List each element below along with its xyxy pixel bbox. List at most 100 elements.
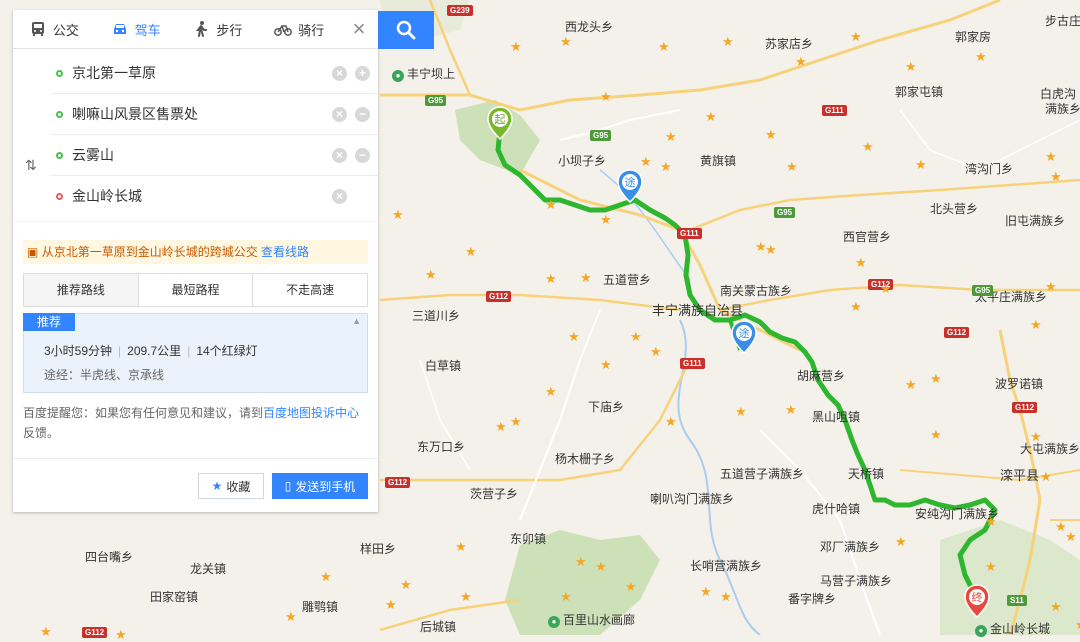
waypoint-start-input[interactable]: 京北第一草原 bbox=[72, 63, 332, 83]
road-shield-label: G111 bbox=[822, 105, 847, 116]
town-label: 龙关镇 bbox=[190, 562, 227, 576]
tab-no-highway[interactable]: 不走高速 bbox=[253, 274, 367, 306]
mode-car-tab[interactable]: 驾车 bbox=[95, 10, 177, 48]
waypoint-via-1[interactable]: 喇嘛山风景区售票处 × − bbox=[51, 94, 378, 135]
scenic-star-icon: ★ bbox=[765, 242, 777, 257]
clear-icon[interactable]: × bbox=[332, 65, 347, 81]
town-label: 五道营子满族乡 bbox=[720, 467, 805, 481]
waypoint-start[interactable]: 京北第一草原 × + bbox=[51, 53, 378, 94]
scenic-star-icon: ★ bbox=[600, 89, 612, 104]
town-label: 田家窑镇 bbox=[150, 590, 199, 604]
scenic-star-icon: ★ bbox=[930, 427, 942, 442]
scenic-star-icon: ★ bbox=[545, 384, 557, 399]
town-label: 小坝子乡 bbox=[558, 154, 607, 168]
road-shield-label: G112 bbox=[1012, 402, 1038, 413]
clear-icon[interactable]: × bbox=[332, 106, 347, 122]
town-label: 喇叭沟门满族乡 bbox=[650, 492, 735, 506]
clear-icon[interactable]: × bbox=[332, 147, 347, 163]
town-label: 五道营乡 bbox=[603, 273, 652, 287]
bus-notice-icon: ▣ bbox=[27, 245, 39, 259]
tab-shortest[interactable]: 最短路程 bbox=[139, 274, 254, 306]
send-to-phone-button[interactable]: ▯ 发送到手机 bbox=[272, 473, 368, 499]
divider bbox=[13, 458, 378, 459]
end-marker-icon[interactable]: 终 bbox=[964, 584, 990, 618]
town-label: 旧屯满族乡 bbox=[1005, 214, 1066, 228]
county-label: 丰宁满族自治县 bbox=[652, 303, 744, 318]
mode-bus-tab[interactable]: 公交 bbox=[13, 10, 95, 48]
scenic-spot-icon: ● bbox=[392, 70, 404, 82]
town-label: 东卯镇 bbox=[510, 532, 547, 546]
end-dot-icon bbox=[56, 192, 63, 200]
town-label: 黄旗镇 bbox=[700, 154, 737, 168]
town-label: 长哨营满族乡 bbox=[690, 559, 763, 573]
start-dot-icon bbox=[56, 69, 63, 77]
remove-waypoint-icon[interactable]: − bbox=[355, 147, 370, 163]
scenic-star-icon: ★ bbox=[985, 559, 997, 574]
tip-suffix: 反馈。 bbox=[23, 426, 60, 440]
scenic-star-icon: ★ bbox=[640, 154, 652, 169]
town-label: 郭家屯镇 bbox=[895, 85, 944, 99]
route-plan-card[interactable]: 推荐 ▲ 3小时59分钟 | 209.7公里 | 14个红绿灯 途经：半虎线、京承线 bbox=[23, 313, 368, 393]
scenic-star-icon: ★ bbox=[705, 109, 717, 124]
mode-bike-tab[interactable]: 骑行 bbox=[258, 10, 340, 48]
bike-icon bbox=[274, 25, 293, 36]
town-label: 步古庄 bbox=[1045, 14, 1080, 28]
scenic-star-icon: ★ bbox=[658, 39, 670, 54]
scenic-star-icon: ★ bbox=[930, 371, 942, 386]
waypoint-via-2-input[interactable]: 云雾山 bbox=[72, 145, 332, 165]
scenic-star-icon: ★ bbox=[1075, 618, 1080, 631]
scenic-star-icon: ★ bbox=[660, 159, 672, 174]
poi-label[interactable]: ● 丰宁坝上 bbox=[392, 65, 455, 82]
poi-label[interactable]: ● 百里山水画廊 bbox=[548, 611, 635, 628]
scenic-star-icon: ★ bbox=[880, 281, 892, 296]
scenic-star-icon: ★ bbox=[510, 414, 522, 429]
start-marker-icon[interactable]: 起 bbox=[487, 106, 513, 140]
clear-icon[interactable]: × bbox=[332, 188, 347, 204]
via-dot-icon bbox=[56, 110, 63, 118]
tab-recommended[interactable]: 推荐路线 bbox=[24, 274, 139, 306]
scenic-star-icon: ★ bbox=[320, 569, 332, 584]
town-label: 茨营子乡 bbox=[470, 487, 519, 501]
road-shield-label: G112 bbox=[944, 327, 970, 338]
waypoint-list: ⇅ 京北第一草原 × + 喇嘛山风景区售票处 × − 云雾山 × − 金山岭长城… bbox=[13, 49, 378, 222]
scenic-star-icon: ★ bbox=[700, 584, 712, 599]
mode-walk-tab[interactable]: 步行 bbox=[177, 10, 259, 48]
add-waypoint-icon[interactable]: + bbox=[355, 65, 370, 81]
scenic-star-icon: ★ bbox=[722, 34, 734, 49]
town-label: 西官营乡 bbox=[843, 230, 892, 244]
route-input-panel: 公交 驾车 步行 骑行 × ⇅ 京北第一草原 × + 喇嘛山风景区售票处 × − bbox=[13, 10, 378, 222]
waypoint-via-2[interactable]: 云雾山 × − bbox=[51, 135, 378, 176]
complaint-center-link[interactable]: 百度地图投诉中心 bbox=[263, 406, 359, 420]
poi-label[interactable]: ● 金山岭长城 bbox=[975, 620, 1050, 637]
notice-text: 从京北第一草原到金山岭长城的跨城公交 bbox=[41, 245, 258, 259]
via-marker-1-icon[interactable]: 途 bbox=[617, 169, 643, 203]
waypoint-via-1-input[interactable]: 喇嘛山风景区售票处 bbox=[72, 104, 332, 124]
transport-mode-bar: 公交 驾车 步行 骑行 × bbox=[13, 10, 378, 49]
town-label: 苏家店乡 bbox=[765, 37, 814, 51]
collapse-icon[interactable]: ▲ bbox=[352, 316, 361, 326]
road-shield-label: G111 bbox=[680, 358, 705, 369]
scenic-star-icon: ★ bbox=[40, 624, 52, 639]
route-option-tabs: 推荐路线 最短路程 不走高速 bbox=[23, 273, 368, 307]
search-button[interactable] bbox=[378, 11, 434, 49]
save-button[interactable]: ★ 收藏 bbox=[198, 473, 264, 499]
county-label: 滦平县 bbox=[1000, 468, 1040, 483]
close-icon[interactable]: × bbox=[340, 16, 378, 42]
scenic-star-icon: ★ bbox=[975, 49, 987, 64]
scenic-star-icon: ★ bbox=[455, 539, 467, 554]
car-icon bbox=[113, 24, 126, 34]
waypoint-end[interactable]: 金山岭长城 × bbox=[51, 176, 378, 216]
scenic-star-icon: ★ bbox=[850, 29, 862, 44]
swap-icon[interactable]: ⇅ bbox=[25, 157, 37, 174]
town-label: 黑山咀镇 bbox=[812, 410, 861, 424]
waypoint-end-input[interactable]: 金山岭长城 bbox=[72, 186, 332, 206]
view-line-link[interactable]: 查看线路 bbox=[261, 245, 309, 259]
scenic-star-icon: ★ bbox=[1045, 279, 1057, 294]
town-label: 番字牌乡 bbox=[788, 592, 837, 606]
remove-waypoint-icon[interactable]: − bbox=[355, 106, 370, 122]
scenic-star-icon: ★ bbox=[400, 577, 412, 592]
walk-icon bbox=[196, 21, 208, 37]
via-marker-2-icon[interactable]: 途 bbox=[731, 320, 757, 354]
scenic-star-icon: ★ bbox=[895, 534, 907, 549]
town-label: 三道川乡 bbox=[412, 309, 461, 323]
